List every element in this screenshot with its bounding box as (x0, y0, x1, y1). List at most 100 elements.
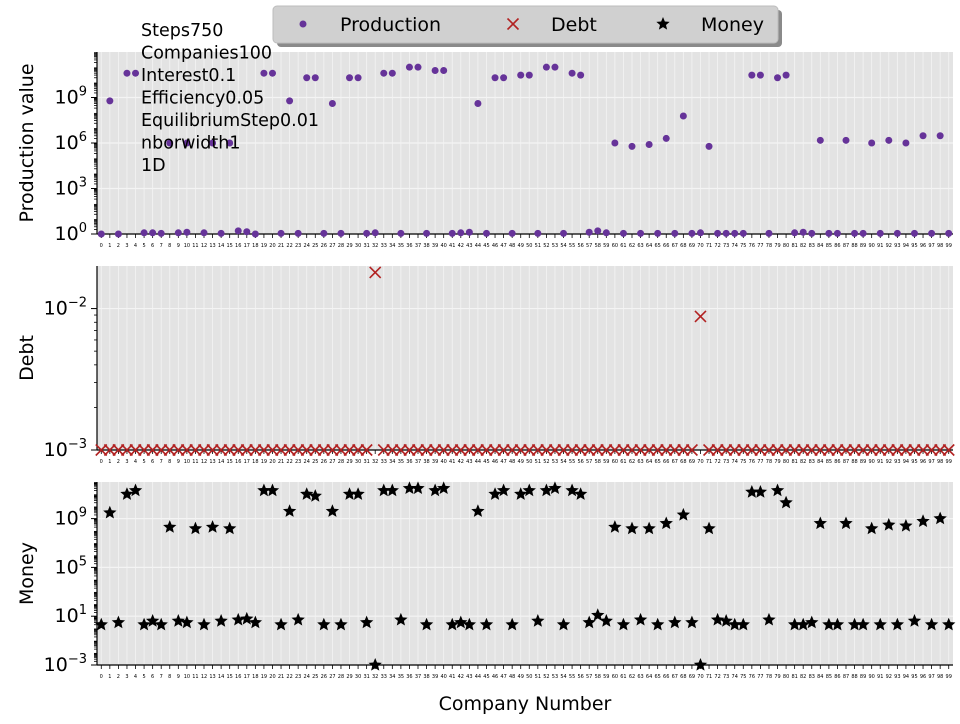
x-tick-label: 9 (177, 459, 180, 465)
x-tick-label: 92 (886, 674, 892, 680)
x-tick-label: 89 (860, 459, 866, 465)
x-tick-label: 22 (286, 243, 292, 249)
x-tick-label: 47 (500, 243, 506, 249)
x-tick-label: 67 (672, 459, 678, 465)
x-axis-label: Company Number (439, 693, 612, 715)
x-tick-label: 56 (577, 243, 583, 249)
x-tick-label: 93 (894, 459, 900, 465)
x-tick-label: 29 (346, 459, 352, 465)
x-tick-label: 41 (449, 243, 455, 249)
data-point (482, 229, 490, 237)
data-point (371, 229, 379, 237)
x-tick-label: 36 (406, 674, 412, 680)
x-tick-label: 31 (363, 459, 369, 465)
data-point (380, 69, 388, 77)
data-point (465, 228, 473, 236)
data-point (782, 71, 790, 79)
x-tick-label: 31 (363, 243, 369, 249)
x-tick-label: 68 (680, 459, 686, 465)
x-tick-label: 3 (125, 674, 128, 680)
x-tick-label: 35 (398, 459, 404, 465)
x-tick-label: 2 (117, 674, 120, 680)
data-point (457, 229, 465, 237)
figure: 100 103 106 109 0 1 2 3 4 5 6 7 8 9 10 11 12 13 14 15 16 17 18… (0, 0, 960, 720)
x-tick-label: 28 (338, 459, 344, 465)
x-tick-label: 61 (620, 459, 626, 465)
x-tick-label: 14 (218, 459, 224, 465)
x-tick-label: 30 (355, 243, 361, 249)
x-tick-label: 52 (543, 243, 549, 249)
data-point (799, 228, 807, 236)
data-point (500, 74, 508, 82)
x-tick-label: 29 (346, 243, 352, 249)
x-tick-label: 38 (423, 674, 429, 680)
x-tick-label: 4 (134, 459, 137, 465)
x-tick-label: 23 (295, 459, 301, 465)
x-tick-label: 78 (766, 243, 772, 249)
x-tick-label: 5 (142, 459, 145, 465)
data-point (868, 139, 876, 147)
x-tick-label: 27 (329, 459, 335, 465)
x-tick-label: 54 (560, 674, 566, 680)
x-tick-label: 70 (697, 243, 703, 249)
x-tick-label: 79 (774, 674, 780, 680)
x-tick-label: 76 (749, 243, 755, 249)
x-tick-label: 38 (423, 243, 429, 249)
x-tick-label: 25 (312, 243, 318, 249)
x-tick-label: 39 (432, 459, 438, 465)
x-tick-label: 20 (269, 459, 275, 465)
x-tick-label: 7 (160, 459, 163, 465)
x-tick-label: 72 (714, 674, 720, 680)
x-tick-label: 51 (535, 459, 541, 465)
x-tick-label: 68 (680, 243, 686, 249)
x-tick-label: 65 (654, 459, 660, 465)
x-tick-label: 29 (346, 674, 352, 680)
x-tick-label: 64 (646, 243, 652, 249)
x-tick-label: 43 (466, 459, 472, 465)
x-tick-label: 44 (475, 459, 481, 465)
x-tick-label: 20 (269, 243, 275, 249)
x-tick-label: 10 (184, 243, 190, 249)
x-tick-label: 6 (151, 459, 154, 465)
x-tick-label: 99 (946, 459, 952, 465)
x-tick-label: 65 (654, 243, 660, 249)
y-tick-label: 101 (55, 603, 87, 627)
x-tick-label: 89 (860, 674, 866, 680)
x-tick-label: 41 (449, 674, 455, 680)
y-tick-label: 100 (55, 221, 87, 245)
data-point (286, 97, 294, 105)
x-tick-label: 88 (851, 243, 857, 249)
x-tick-label: 11 (192, 459, 198, 465)
x-tick-label: 61 (620, 243, 626, 249)
y-tick-label: 103 (55, 176, 87, 200)
data-point (945, 229, 953, 237)
x-tick-label: 78 (766, 674, 772, 680)
x-tick-label: 52 (543, 674, 549, 680)
x-tick-label: 46 (492, 243, 498, 249)
x-tick-label: 78 (766, 459, 772, 465)
x-tick-label: 95 (911, 243, 917, 249)
data-point (910, 229, 918, 237)
x-tick-label: 93 (894, 674, 900, 680)
data-point (423, 229, 431, 237)
x-tick-label: 89 (860, 243, 866, 249)
x-tick-label: 94 (903, 243, 909, 249)
x-tick-label: 35 (398, 243, 404, 249)
data-point (277, 229, 285, 237)
y-axis-label: Debt (16, 335, 38, 381)
data-point (756, 71, 764, 79)
data-point (816, 136, 824, 144)
x-tick-label: 53 (552, 243, 558, 249)
data-point (440, 67, 448, 75)
data-point (551, 63, 559, 71)
x-tick-label: 83 (809, 243, 815, 249)
x-tick-label: 12 (201, 674, 207, 680)
y-axis-label: Money (16, 542, 38, 605)
x-tick-label: 8 (168, 459, 171, 465)
x-tick-label: 60 (612, 243, 618, 249)
x-tick-label: 5 (142, 674, 145, 680)
x-tick-label: 13 (209, 243, 215, 249)
x-tick-label: 43 (466, 674, 472, 680)
x-tick-label: 83 (809, 674, 815, 680)
x-tick-label: 69 (689, 459, 695, 465)
